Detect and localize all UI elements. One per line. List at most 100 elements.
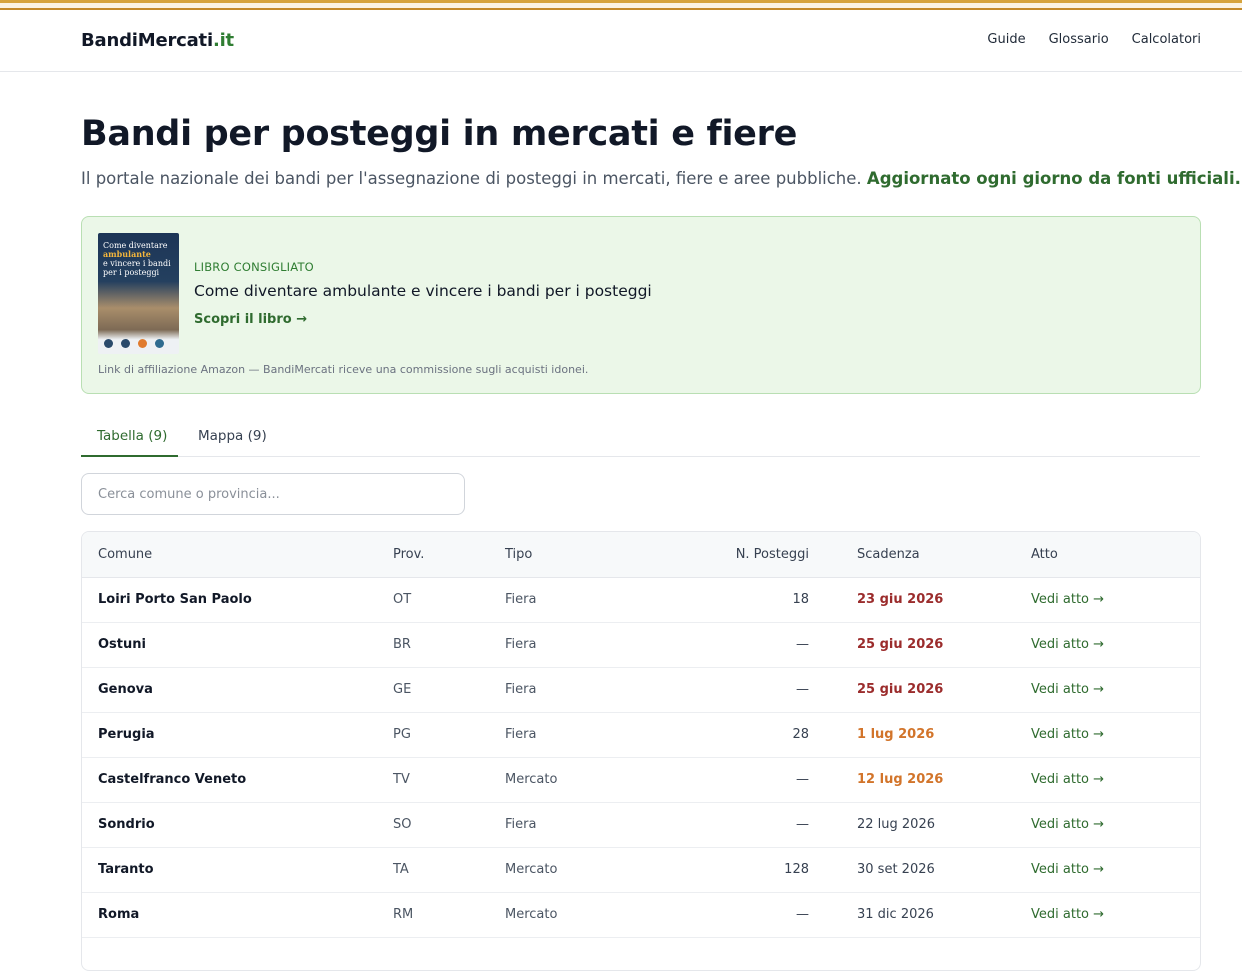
table-row: Genova GE Fiera — 25 giu 2026 Vedi atto →: [82, 667, 1200, 712]
cell-posteggi: —: [796, 772, 809, 787]
nav-glossario[interactable]: Glossario: [1049, 32, 1109, 47]
table-row: Sondrio SO Fiera — 22 lug 2026 Vedi atto →: [82, 802, 1200, 847]
view-act-link[interactable]: Vedi atto →: [1031, 592, 1104, 607]
col-comune[interactable]: Comune: [82, 532, 377, 577]
cell-comune: Castelfranco Veneto: [98, 772, 247, 787]
nav-calcolatori[interactable]: Calcolatori: [1132, 32, 1201, 47]
table-row: Loiri Porto San Paolo OT Fiera 18 23 giu 202…: [82, 577, 1200, 622]
view-act-link[interactable]: Vedi atto →: [1031, 862, 1104, 877]
cell-tipo: Fiera: [505, 637, 537, 652]
cell-scadenza: 12 lug 2026: [857, 772, 944, 787]
subtitle-text: Il portale nazionale dei bandi per l'ass…: [81, 169, 862, 188]
cell-atto: Vedi atto →: [1015, 667, 1200, 712]
logo-name: BandiMercati: [81, 30, 213, 51]
view-act-link[interactable]: Vedi atto →: [1031, 817, 1104, 832]
cell-prov: GE: [393, 682, 412, 697]
cell-scadenza: 25 giu 2026: [857, 637, 944, 652]
cell-tipo: Mercato: [505, 772, 558, 787]
table-header-row: Comune Prov. Tipo N. Posteggi Scadenza A…: [82, 532, 1200, 577]
cell-prov: TV: [393, 772, 410, 787]
cell-comune: Ostuni: [98, 637, 146, 652]
book-cover-title: Come diventare ambulante e vincere i ban…: [103, 241, 175, 277]
cell-scadenza: 25 giu 2026: [857, 682, 944, 697]
cell-comune: Sondrio: [98, 817, 155, 832]
search-input[interactable]: [81, 473, 465, 515]
cell-atto: Vedi atto →: [1015, 622, 1200, 667]
cell-tipo: Fiera: [505, 727, 537, 742]
cell-posteggi: —: [796, 817, 809, 832]
cell-scadenza: 31 dic 2026: [857, 907, 934, 922]
cell-posteggi: —: [796, 907, 809, 922]
cell-atto: Vedi atto →: [1015, 577, 1200, 622]
cell-comune: Genova: [98, 682, 153, 697]
cell-posteggi: 28: [792, 727, 809, 742]
cell-atto: Vedi atto →: [1015, 712, 1200, 757]
cell-prov: RM: [393, 907, 414, 922]
promo-book-title: Come diventare ambulante e vincere i ban…: [194, 282, 652, 300]
col-scadenza[interactable]: Scadenza: [825, 532, 1015, 577]
table-row: Ostuni BR Fiera — 25 giu 2026 Vedi atto →: [82, 622, 1200, 667]
table-row: Taranto TA Mercato 128 30 set 2026 Vedi atto …: [82, 847, 1200, 892]
cover-line-3: e vincere i bandi: [103, 259, 171, 268]
cell-prov: BR: [393, 637, 411, 652]
col-tipo[interactable]: Tipo: [489, 532, 639, 577]
cell-tipo: Fiera: [505, 592, 537, 607]
view-act-link[interactable]: Vedi atto →: [1031, 637, 1104, 652]
cell-comune: Roma: [98, 907, 140, 922]
book-cover-image[interactable]: Come diventare ambulante e vincere i ban…: [98, 233, 179, 354]
cell-posteggi: —: [796, 637, 809, 652]
book-promo-card: Come diventare ambulante e vincere i ban…: [81, 216, 1201, 394]
cell-tipo: Fiera: [505, 817, 537, 832]
cell-atto: Vedi atto →: [1015, 892, 1200, 937]
cell-comune: Loiri Porto San Paolo: [98, 592, 252, 607]
tab-tabella[interactable]: Tabella (9): [81, 418, 178, 457]
promo-kicker: LIBRO CONSIGLIATO: [194, 260, 314, 274]
subtitle-highlight: Aggiornato ogni giorno da fonti ufficial…: [866, 169, 1241, 188]
tab-mappa[interactable]: Mappa (9): [182, 418, 283, 457]
cell-scadenza: 1 lug 2026: [857, 727, 935, 742]
cell-atto: Vedi atto →: [1015, 757, 1200, 802]
cell-scadenza: 22 lug 2026: [857, 817, 935, 832]
cell-tipo: Mercato: [505, 862, 558, 877]
cell-scadenza: 30 set 2026: [857, 862, 935, 877]
cell-prov: PG: [393, 727, 411, 742]
cell-tipo: Mercato: [505, 907, 558, 922]
view-tabs: Tabella (9) Mappa (9): [81, 418, 1200, 457]
cell-prov: TA: [393, 862, 409, 877]
top-accent-bar: [0, 0, 1242, 10]
table-row: Castelfranco Veneto TV Mercato — 12 lug 2026…: [82, 757, 1200, 802]
view-act-link[interactable]: Vedi atto →: [1031, 772, 1104, 787]
nav-guide[interactable]: Guide: [987, 32, 1025, 47]
cell-prov: SO: [393, 817, 412, 832]
page-title: Bandi per posteggi in mercati e fiere: [81, 114, 798, 154]
cell-atto: Vedi atto →: [1015, 802, 1200, 847]
cell-posteggi: —: [796, 682, 809, 697]
view-act-link[interactable]: Vedi atto →: [1031, 727, 1104, 742]
view-act-link[interactable]: Vedi atto →: [1031, 907, 1104, 922]
site-logo[interactable]: BandiMercati.it: [81, 30, 234, 51]
cell-prov: OT: [393, 592, 412, 607]
cover-line-2: ambulante: [103, 249, 151, 259]
cover-line-4: per i posteggi: [103, 268, 160, 277]
cell-posteggi: 128: [784, 862, 809, 877]
bandi-table: Comune Prov. Tipo N. Posteggi Scadenza A…: [81, 531, 1201, 971]
cell-scadenza: 23 giu 2026: [857, 592, 944, 607]
cell-comune: Perugia: [98, 727, 155, 742]
table-row: Perugia PG Fiera 28 1 lug 2026 Vedi atto →: [82, 712, 1200, 757]
view-act-link[interactable]: Vedi atto →: [1031, 682, 1104, 697]
cell-posteggi: 18: [792, 592, 809, 607]
page-subtitle: Il portale nazionale dei bandi per l'ass…: [81, 169, 1241, 188]
discover-book-link[interactable]: Scopri il libro →: [194, 312, 307, 327]
logo-tld: .it: [212, 30, 234, 51]
main-nav: Guide Glossario Calcolatori: [987, 32, 1201, 47]
cell-atto: Vedi atto →: [1015, 847, 1200, 892]
cell-tipo: Fiera: [505, 682, 537, 697]
col-posteggi[interactable]: N. Posteggi: [639, 532, 825, 577]
cover-icons: [104, 339, 164, 348]
site-header: BandiMercati.it Guide Glossario Calcolat…: [0, 10, 1242, 72]
col-prov[interactable]: Prov.: [377, 532, 489, 577]
affiliate-disclaimer: Link di affiliazione Amazon — BandiMerca…: [98, 363, 589, 376]
col-atto: Atto: [1031, 546, 1058, 562]
table-row: Roma RM Mercato — 31 dic 2026 Vedi atto →: [82, 892, 1200, 937]
cell-comune: Taranto: [98, 862, 154, 877]
